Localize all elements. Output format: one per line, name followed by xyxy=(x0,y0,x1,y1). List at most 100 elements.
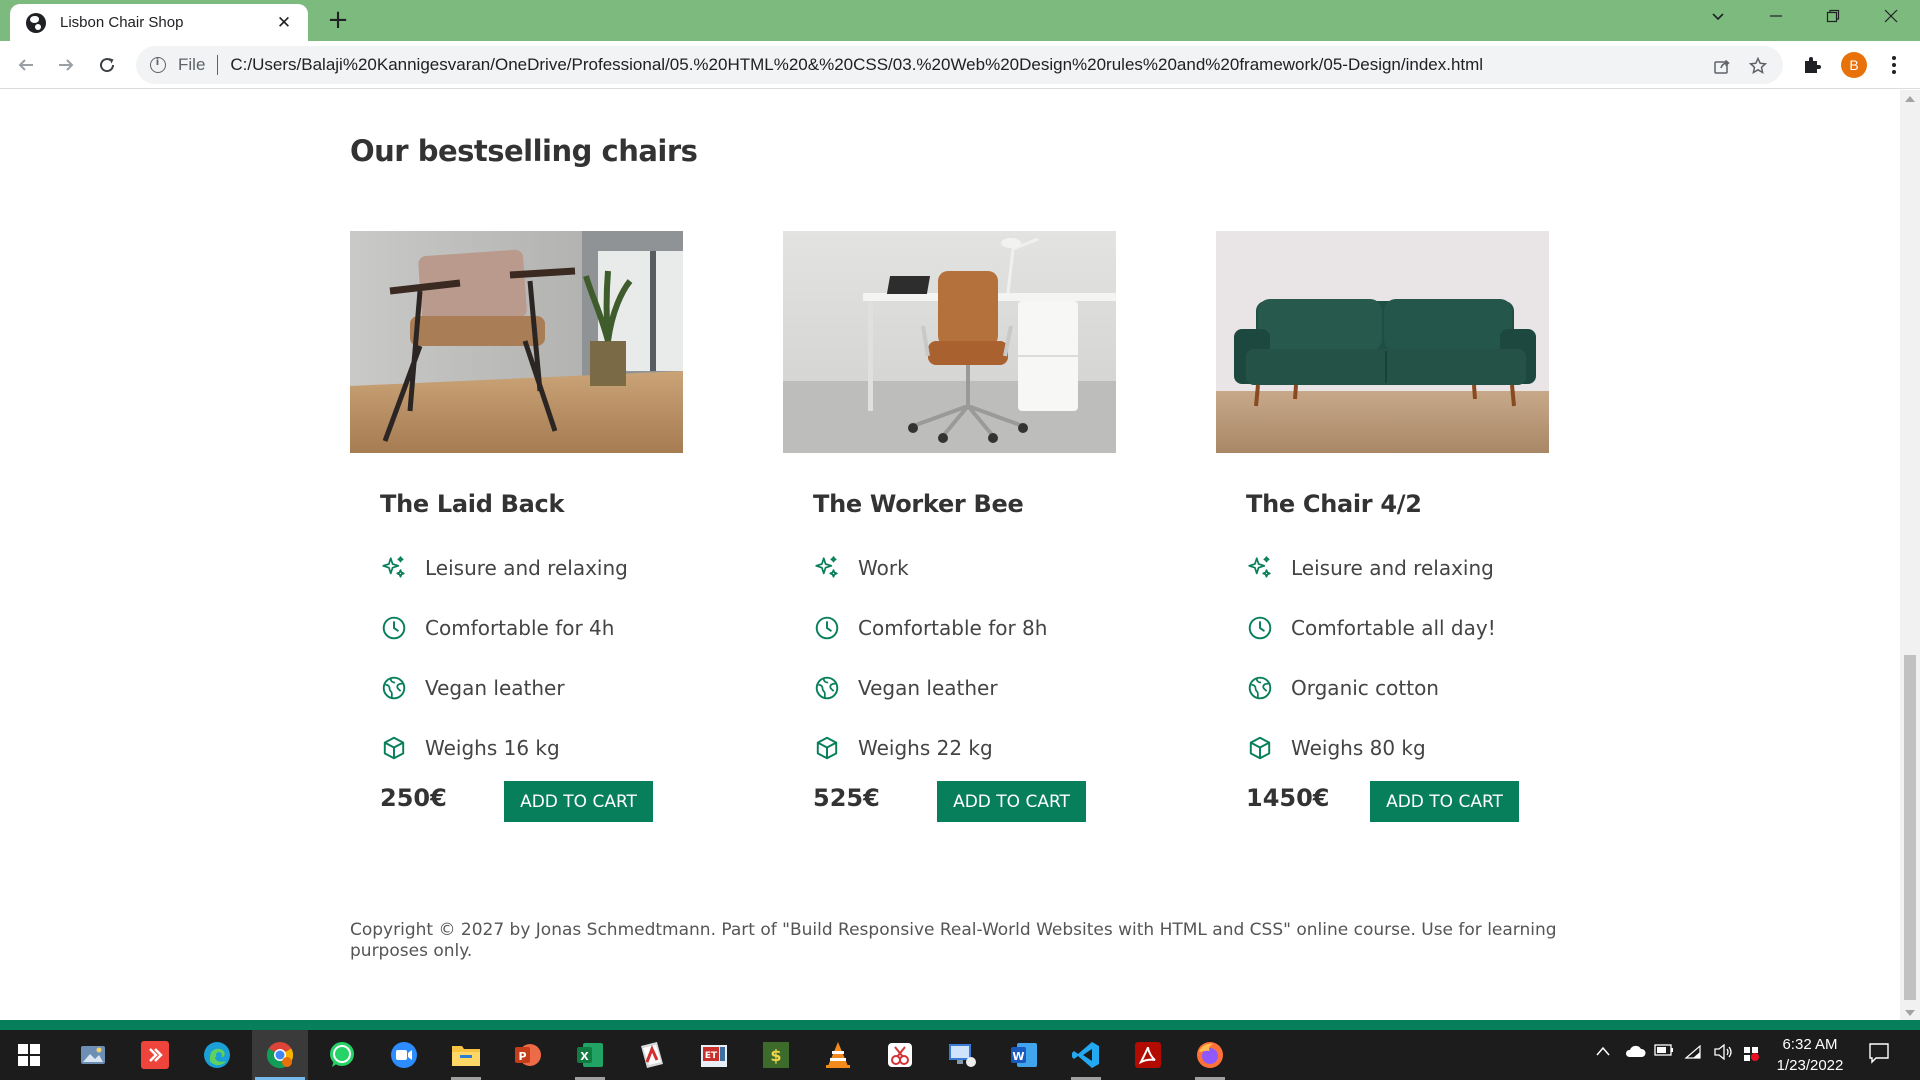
product-card: The Laid Back Leisure and relaxing Comfo… xyxy=(350,231,683,822)
url-text[interactable]: C:/Users/Balaji%20Kannigesvaran/OneDrive… xyxy=(230,55,1483,75)
cube-icon xyxy=(813,734,841,762)
clock-icon xyxy=(813,614,841,642)
add-to-cart-button[interactable]: ADD TO CART xyxy=(1370,781,1519,822)
excel-icon[interactable]: X xyxy=(573,1038,607,1080)
browser-menu-icon[interactable] xyxy=(1882,53,1906,77)
system-clock[interactable]: 6:32 AM 1/23/2022 xyxy=(1762,1034,1858,1076)
product-price: 250€ xyxy=(380,783,447,812)
scroll-down-arrow-icon[interactable] xyxy=(1905,1010,1915,1016)
attribute-text: Leisure and relaxing xyxy=(425,556,628,580)
file-scheme-label: File xyxy=(178,55,206,74)
add-to-cart-button[interactable]: ADD TO CART xyxy=(504,781,653,822)
powerpoint-icon[interactable]: P xyxy=(511,1038,545,1072)
reload-icon[interactable] xyxy=(93,51,121,79)
product-card: The Worker Bee Work Comfortable for 8h V… xyxy=(783,231,1116,822)
clock-icon xyxy=(1246,614,1274,642)
vlc-icon[interactable] xyxy=(821,1038,855,1072)
acrobat-pro-icon[interactable] xyxy=(635,1038,669,1072)
svg-text:ET: ET xyxy=(705,1051,718,1061)
anydesk-icon[interactable] xyxy=(138,1038,172,1072)
new-tab-button[interactable]: + xyxy=(324,6,352,34)
add-to-cart-button[interactable]: ADD TO CART xyxy=(937,781,1086,822)
photos-app-icon[interactable] xyxy=(76,1038,110,1072)
file-explorer-icon[interactable] xyxy=(449,1038,483,1080)
share-icon[interactable] xyxy=(1711,55,1733,77)
tab-search-icon[interactable] xyxy=(1703,8,1733,27)
globe-icon xyxy=(26,12,46,33)
globe-leaf-icon xyxy=(1246,674,1274,702)
et-app-icon[interactable]: ET xyxy=(697,1038,731,1072)
edge-browser-icon[interactable] xyxy=(200,1038,234,1072)
product-name: The Worker Bee xyxy=(813,490,1024,518)
copyright-footer: Copyright © 2027 by Jonas Schmedtmann. P… xyxy=(350,920,1557,961)
minimize-icon[interactable] xyxy=(1761,8,1791,27)
product-attribute: Vegan leather xyxy=(380,658,653,718)
wifi-icon[interactable] xyxy=(1684,1044,1702,1064)
attribute-text: Weighs 16 kg xyxy=(425,736,560,760)
browser-toolbar: File C:/Users/Balaji%20Kannigesvaran/One… xyxy=(0,41,1920,89)
show-hidden-icons-chevron-icon[interactable] xyxy=(1596,1044,1610,1060)
snipping-tool-icon[interactable] xyxy=(883,1038,917,1072)
sparkles-icon xyxy=(380,554,408,582)
scroll-up-arrow-icon[interactable] xyxy=(1905,96,1915,102)
product-image-office-chair xyxy=(783,231,1116,453)
word-icon[interactable]: W xyxy=(1007,1038,1041,1072)
clock-time: 6:32 AM xyxy=(1782,1036,1838,1053)
product-name: The Chair 4/2 xyxy=(1246,490,1422,518)
product-attribute: Work xyxy=(813,538,1086,598)
windows-start-icon[interactable] xyxy=(12,1038,46,1072)
attribute-text: Comfortable all day! xyxy=(1291,616,1496,640)
action-center-icon[interactable] xyxy=(1868,1042,1890,1068)
globe-leaf-icon xyxy=(380,674,408,702)
gnucash-icon[interactable]: $ xyxy=(759,1038,793,1072)
extensions-puzzle-icon[interactable] xyxy=(1800,53,1824,77)
site-info-icon[interactable] xyxy=(150,57,166,73)
svg-text:P: P xyxy=(518,1050,526,1063)
back-icon[interactable] xyxy=(12,51,40,79)
forward-icon[interactable] xyxy=(52,51,80,79)
adobe-reader-icon[interactable] xyxy=(1131,1038,1165,1072)
product-image-lounge-chair xyxy=(350,231,683,453)
close-window-icon[interactable] xyxy=(1876,8,1906,27)
cube-icon xyxy=(380,734,408,762)
attribute-text: Vegan leather xyxy=(858,676,998,700)
product-price: 525€ xyxy=(813,783,880,812)
page-scrollbar[interactable] xyxy=(1900,90,1920,1022)
notification-app-icon[interactable] xyxy=(1742,1044,1760,1066)
clock-icon xyxy=(380,614,408,642)
scroll-thumb[interactable] xyxy=(1904,655,1916,1000)
browser-tab[interactable]: Lisbon Chair Shop ✕ xyxy=(10,4,308,41)
onedrive-cloud-icon[interactable] xyxy=(1624,1044,1646,1062)
restore-icon[interactable] xyxy=(1818,8,1848,27)
remote-desktop-icon[interactable] xyxy=(945,1038,979,1072)
section-heading: Our bestselling chairs xyxy=(350,134,698,168)
browser-tab-strip: Lisbon Chair Shop ✕ + xyxy=(0,0,1920,41)
attribute-text: Comfortable for 8h xyxy=(858,616,1048,640)
product-price: 1450€ xyxy=(1246,783,1330,812)
sparkles-icon xyxy=(813,554,841,582)
volume-icon[interactable] xyxy=(1713,1043,1733,1064)
page-bottom-accent-bar xyxy=(0,1020,1920,1030)
bookmark-star-icon[interactable] xyxy=(1747,55,1769,77)
close-tab-icon[interactable]: ✕ xyxy=(274,13,294,33)
battery-icon[interactable] xyxy=(1654,1044,1674,1060)
zoom-icon[interactable] xyxy=(387,1038,421,1072)
profile-avatar[interactable]: B xyxy=(1841,52,1867,78)
svg-text:W: W xyxy=(1012,1050,1024,1063)
product-image-sofa xyxy=(1216,231,1549,453)
firefox-icon[interactable] xyxy=(1193,1038,1227,1080)
product-name: The Laid Back xyxy=(380,490,565,518)
cube-icon xyxy=(1246,734,1274,762)
windows-taskbar: P X ET $ W 6:32 AM 1/23/2022 xyxy=(0,1030,1920,1080)
product-card: The Chair 4/2 Leisure and relaxing Comfo… xyxy=(1216,231,1549,822)
whatsapp-icon[interactable] xyxy=(325,1038,359,1072)
page-viewport: Our bestselling chairs The Laid Back Lei… xyxy=(0,90,1900,1022)
product-attribute: Comfortable for 8h xyxy=(813,598,1086,658)
address-bar[interactable]: File C:/Users/Balaji%20Kannigesvaran/One… xyxy=(136,46,1783,84)
chrome-browser-icon[interactable] xyxy=(255,1038,305,1080)
address-separator xyxy=(217,55,219,75)
product-attribute: Leisure and relaxing xyxy=(380,538,653,598)
clock-date: 1/23/2022 xyxy=(1776,1057,1844,1074)
attribute-text: Work xyxy=(858,556,909,580)
vscode-icon[interactable] xyxy=(1069,1038,1103,1080)
